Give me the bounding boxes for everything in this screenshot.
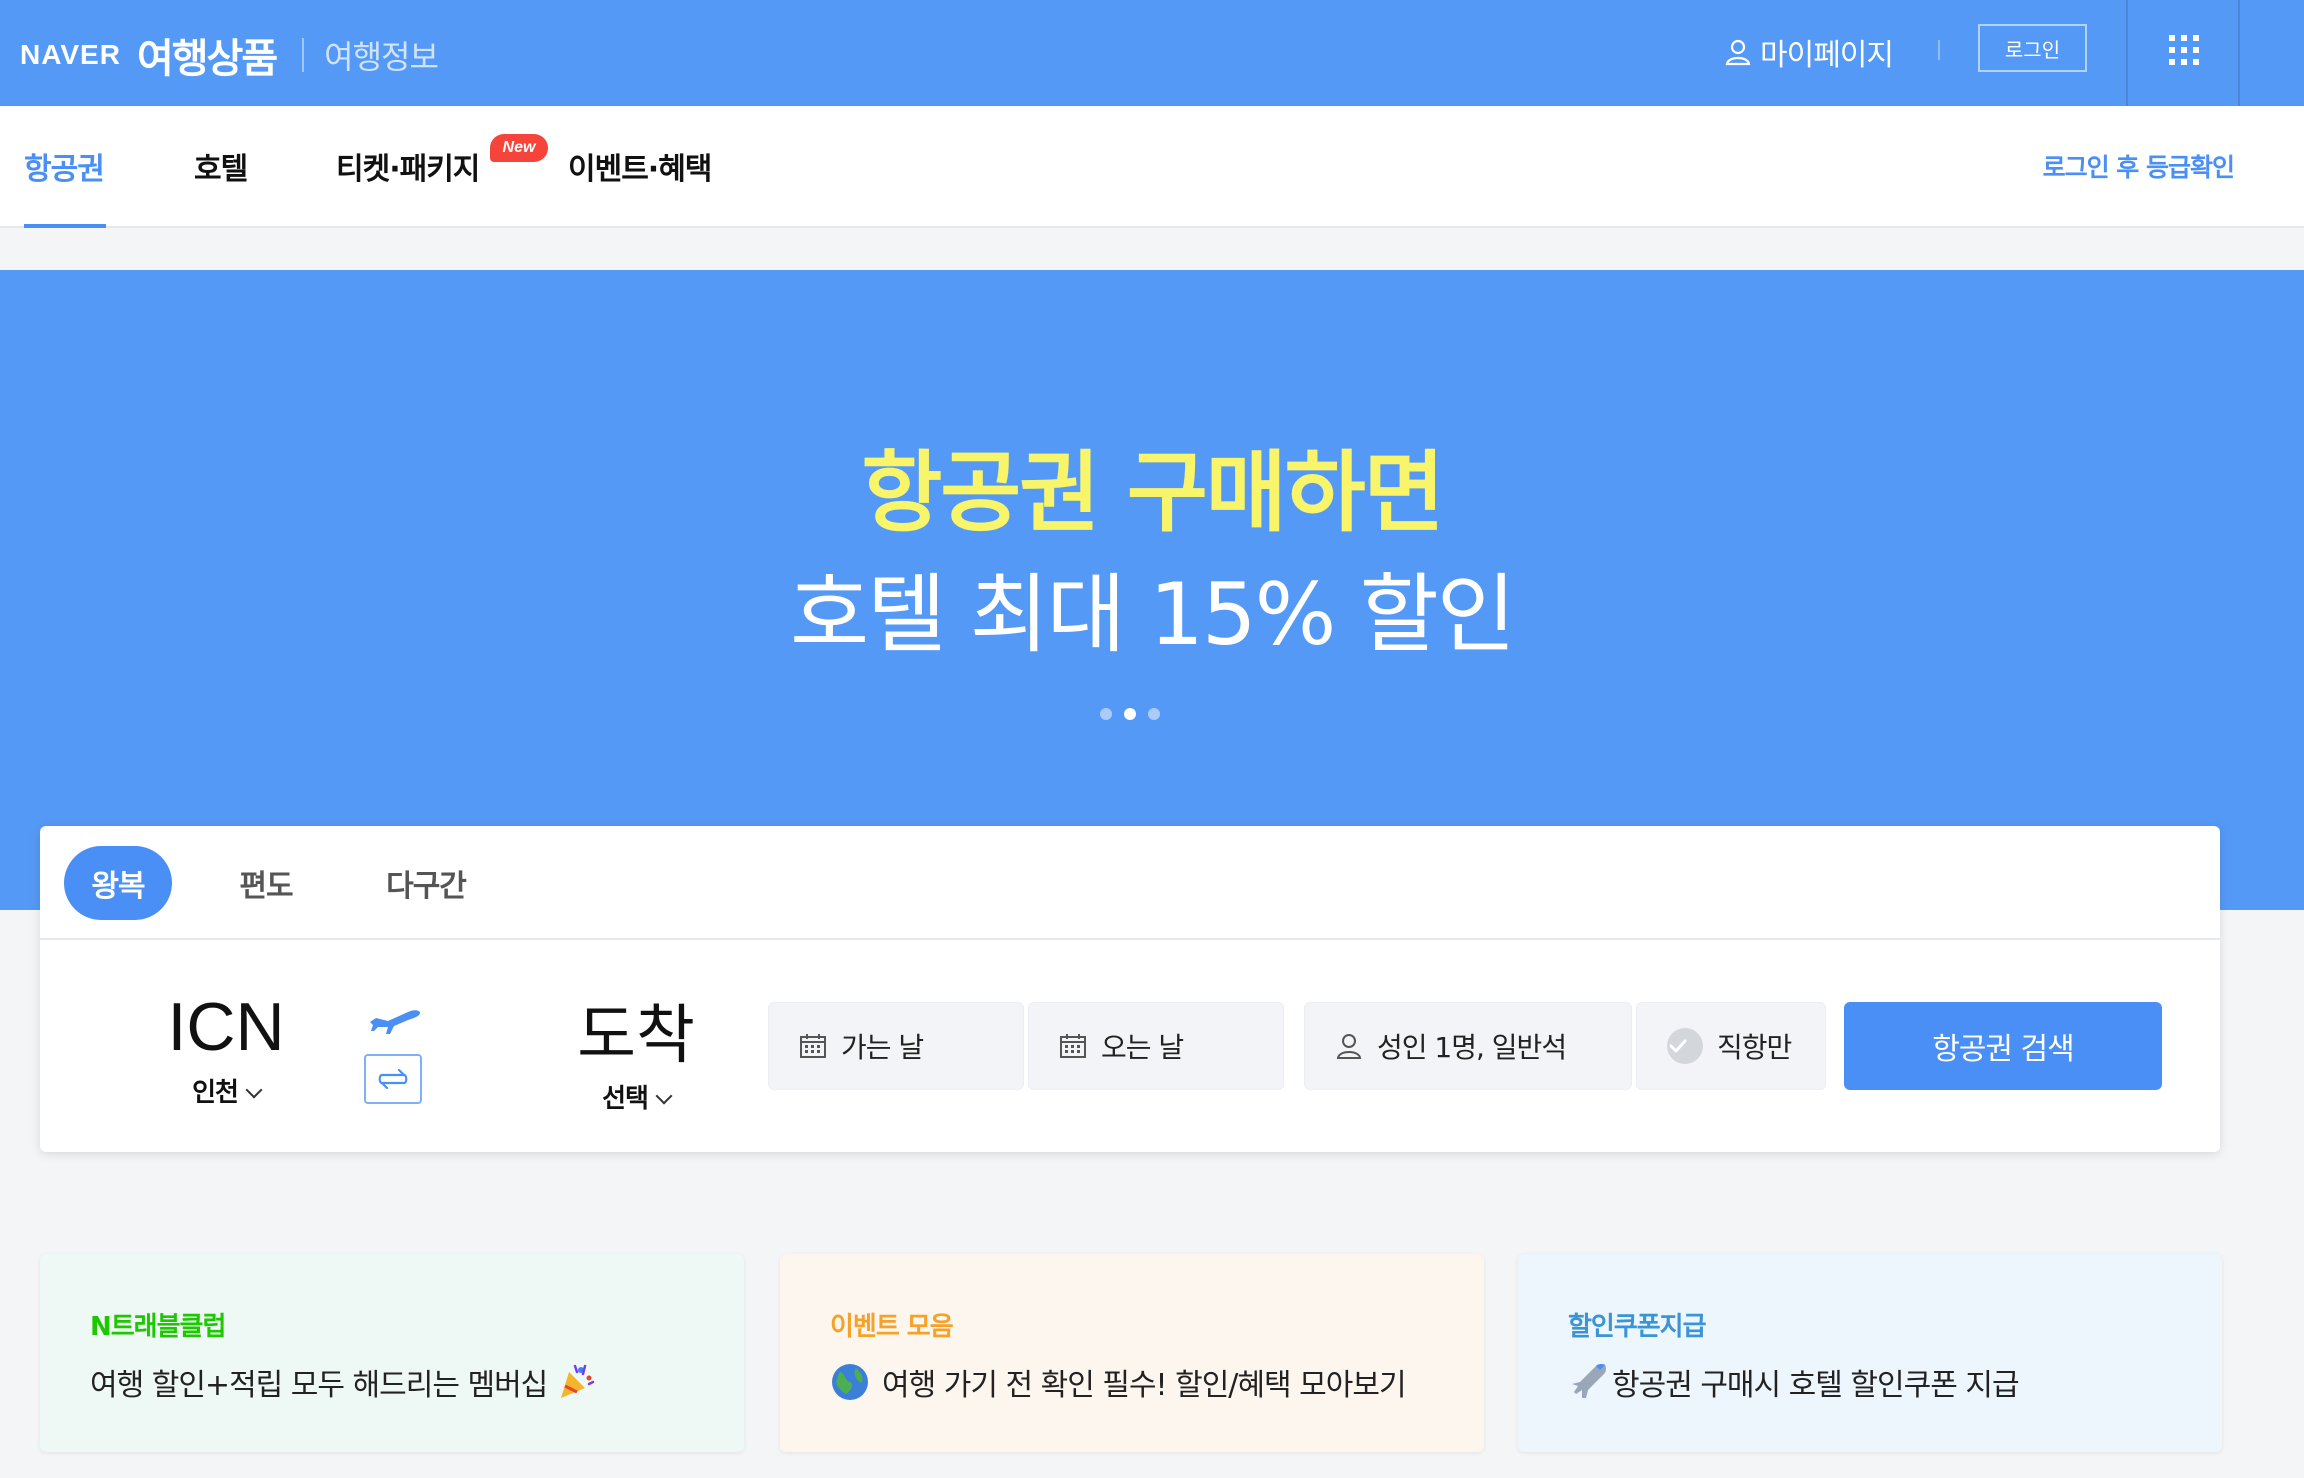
airplane-icon	[370, 1010, 420, 1034]
banner-subheadline: 호텔 최대 15% 할인	[790, 565, 1516, 665]
banner-dot[interactable]	[1100, 708, 1112, 720]
calendar-icon	[1060, 1034, 1086, 1058]
trip-type-tabs: 왕복 편도 다구간	[40, 826, 2220, 940]
mypage-label: 마이페이지	[1760, 38, 1894, 73]
trip-round-trip[interactable]: 왕복	[64, 846, 172, 920]
trip-multi-city[interactable]: 다구간	[358, 846, 494, 920]
promo-desc: 항공권 구매시 호텔 할인쿠폰 지급	[1568, 1360, 2020, 1404]
login-button[interactable]: 로그인	[1978, 24, 2087, 72]
check-icon	[1667, 1028, 1703, 1064]
new-badge: New	[490, 134, 548, 162]
return-date-label: 오는 날	[1101, 1031, 1184, 1064]
promo-desc: 여행 할인+적립 모두 해드리는 멤버십	[90, 1360, 603, 1404]
destination-city: 선택	[536, 1078, 736, 1115]
apps-menu-button[interactable]	[2148, 22, 2220, 78]
trip-one-way[interactable]: 편도	[216, 846, 316, 920]
brand-logo[interactable]: NAVER 여행상품 여행정보	[20, 26, 439, 84]
travel-products-title[interactable]: 여행상품	[137, 26, 278, 84]
mypage-link[interactable]: 마이페이지	[1724, 30, 1894, 74]
banner-pagination	[1100, 708, 1160, 720]
naver-logo[interactable]: NAVER	[20, 39, 121, 71]
user-icon	[1336, 1034, 1362, 1059]
destination-code: 도착	[577, 999, 695, 1073]
banner-dot-active[interactable]	[1124, 708, 1136, 720]
active-tab-indicator	[24, 224, 106, 228]
promo-title: N트래블클럽	[90, 1312, 226, 1342]
promo-banner[interactable]: 항공권 구매하면 호텔 최대 15% 할인	[0, 270, 2304, 910]
travel-info-link[interactable]: 여행정보	[324, 32, 439, 78]
tab-hotels[interactable]: 호텔	[194, 144, 248, 188]
brand-divider	[302, 38, 305, 72]
depart-date-field[interactable]: 가는 날	[768, 1002, 1024, 1090]
promo-card-ntravel[interactable]: N트래블클럽 여행 할인+적립 모두 해드리는 멤버십	[40, 1254, 744, 1452]
header-divider	[1938, 40, 1940, 60]
header-divider	[2238, 0, 2240, 106]
header-divider	[2126, 0, 2128, 106]
passenger-class-label: 성인 1명, 일반석	[1377, 1031, 1567, 1064]
origin-selector[interactable]: ICN 인천	[126, 988, 326, 1109]
calendar-icon	[800, 1034, 826, 1058]
origin-code: ICN	[167, 989, 285, 1065]
direct-only-label: 직항만	[1717, 1031, 1792, 1064]
user-icon	[1725, 39, 1751, 66]
direct-only-toggle[interactable]: 직항만	[1636, 1002, 1826, 1090]
top-header: NAVER 여행상품 여행정보 마이페이지 로그인	[0, 0, 2304, 106]
tab-events-benefits[interactable]: 이벤트·혜택	[568, 144, 712, 188]
tab-tickets-packages[interactable]: 티켓·패키지	[336, 144, 480, 188]
promo-title: 이벤트 모음	[830, 1312, 954, 1342]
flight-search-button[interactable]: 항공권 검색	[1844, 1002, 2162, 1090]
party-popper-icon	[561, 1364, 595, 1398]
grade-check-link[interactable]: 로그인 후 등급확인	[2043, 148, 2235, 184]
passenger-class-field[interactable]: 성인 1명, 일반석	[1304, 1002, 1632, 1090]
chevron-down-icon	[655, 1087, 673, 1105]
tab-flights[interactable]: 항공권	[24, 144, 105, 188]
airplane-emoji-icon	[1572, 1364, 1606, 1398]
apps-grid-icon	[2169, 35, 2199, 65]
banner-headline: 항공권 구매하면	[861, 441, 1444, 544]
flight-search-panel: 왕복 편도 다구간 ICN 인천 도착 선택 가는 날 오는 날 성인 1명, …	[40, 826, 2220, 1152]
banner-dot[interactable]	[1148, 708, 1160, 720]
depart-date-label: 가는 날	[841, 1031, 924, 1064]
promo-title: 할인쿠폰지급	[1568, 1312, 1707, 1342]
main-nav: 항공권 호텔 티켓·패키지 New 이벤트·혜택 로그인 후 등급확인	[0, 106, 2304, 228]
destination-selector[interactable]: 도착 선택	[536, 984, 736, 1115]
promo-card-coupon[interactable]: 할인쿠폰지급 항공권 구매시 호텔 할인쿠폰 지급	[1518, 1254, 2222, 1452]
swap-icon	[378, 1068, 408, 1090]
globe-icon	[832, 1364, 868, 1400]
origin-city: 인천	[126, 1072, 326, 1109]
promo-desc: 여행 가기 전 확인 필수! 할인/혜택 모아보기	[830, 1360, 1407, 1404]
promo-card-events[interactable]: 이벤트 모음 여행 가기 전 확인 필수! 할인/혜택 모아보기	[780, 1254, 1484, 1452]
return-date-field[interactable]: 오는 날	[1028, 1002, 1284, 1090]
swap-airports-button[interactable]	[364, 1054, 422, 1104]
chevron-down-icon	[245, 1081, 263, 1099]
